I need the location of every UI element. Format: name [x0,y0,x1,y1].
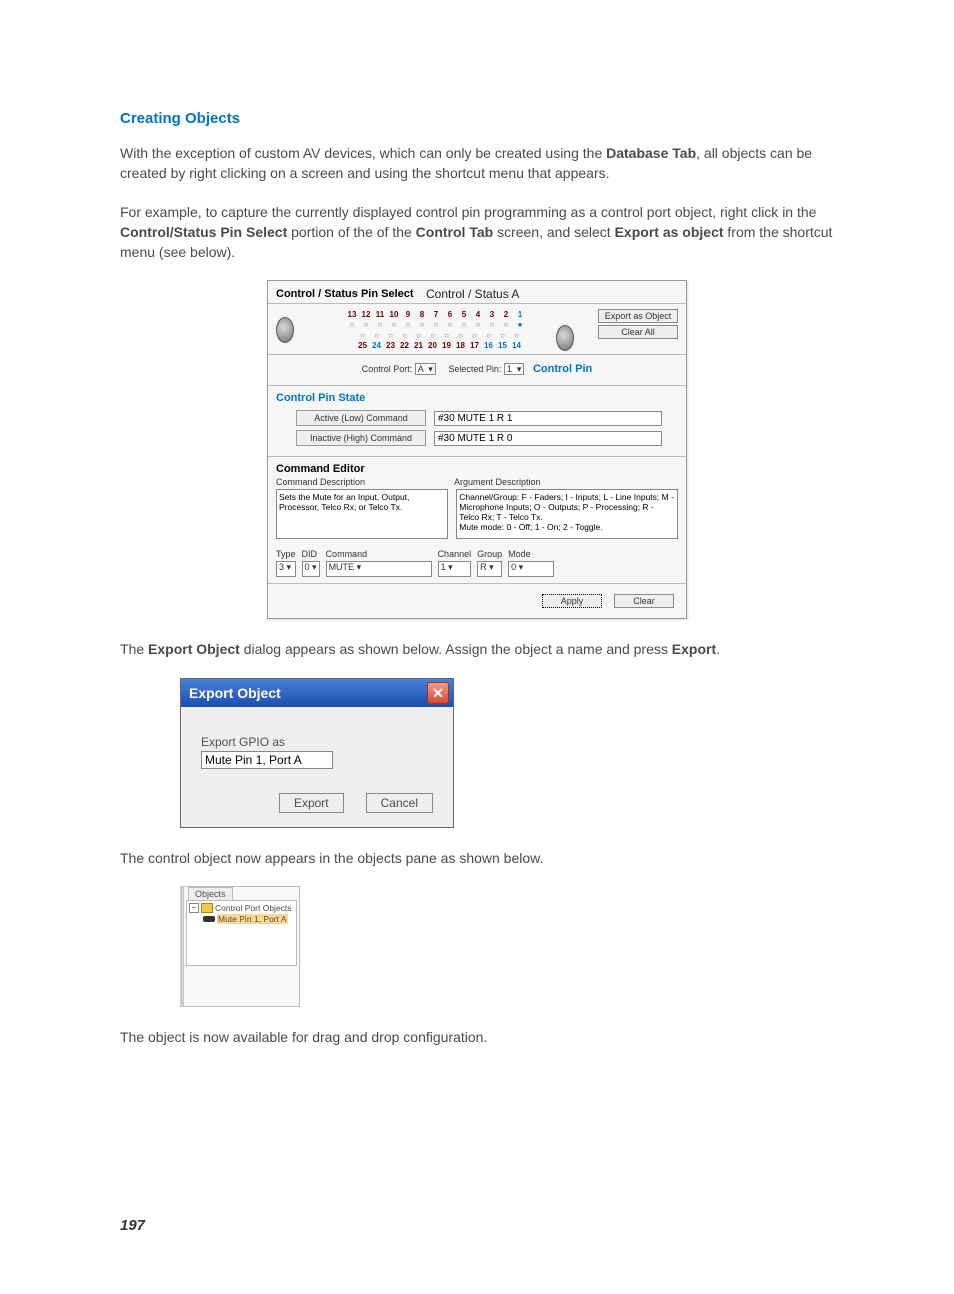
bold-text: Control Tab [416,224,494,240]
text: portion of the of the [287,224,415,240]
pin-top-row: 13121110987654321 [314,310,558,319]
argument-description-label: Argument Description [454,477,541,487]
type-label: Type [276,549,296,559]
mode-label: Mode [508,549,554,559]
command-label: Command [326,549,432,559]
folder-icon [201,903,213,913]
group-label: Group [477,549,502,559]
export-button[interactable]: Export [279,793,344,813]
export-group-label: Export GPIO as [201,735,433,749]
export-object-dialog: Export Object ✕ Export GPIO as Export Ca… [180,678,454,828]
pin-bottom-row: 252423222120191817161514 [314,341,558,350]
inactive-command-input[interactable] [434,431,662,446]
export-name-input[interactable] [201,751,333,769]
panel-title-right: Control / Status A [426,287,519,301]
close-icon[interactable]: ✕ [427,682,449,704]
section-heading: Creating Objects [120,110,834,127]
paragraph-2: For example, to capture the currently di… [120,202,834,263]
page-number: 197 [120,1217,834,1234]
pin-holes-top[interactable]: ○○○○○○○○○○○○● [314,319,558,330]
channel-select[interactable]: 1 ▾ [438,561,472,577]
text: For example, to capture the currently di… [120,204,816,220]
clear-button[interactable]: Clear [614,594,674,608]
did-select[interactable]: 0 ▾ [302,561,320,577]
folder-label: Control Port Objects [215,903,292,913]
group-select[interactable]: R ▾ [477,561,502,577]
bold-text: Export as object [615,224,724,240]
objects-tree[interactable]: − Control Port Objects Mute Pin 1, Port … [186,900,297,966]
selected-pin-select[interactable]: 1 ▾ [504,363,525,375]
text: screen, and select [493,224,614,240]
objects-tab[interactable]: Objects [188,887,233,900]
inactive-command-label: Inactive (High) Command [296,430,426,446]
argument-description-text: Channel/Group: F - Faders; I - Inputs; L… [456,489,678,539]
pin-holes-bottom[interactable]: ○○○○○○○○○○○○ [314,330,558,341]
tree-item-label: Mute Pin 1, Port A [217,914,288,924]
control-status-panel: Control / Status Pin Select Control / St… [267,280,687,619]
channel-label: Channel [438,549,472,559]
active-command-label: Active (Low) Command [296,410,426,426]
bold-text: Database Tab [606,145,696,161]
bold-text: Control/Status Pin Select [120,224,287,240]
paragraph-5: The object is now available for drag and… [120,1027,834,1047]
panel-title-left: Control / Status Pin Select [276,288,426,300]
paragraph-1: With the exception of custom AV devices,… [120,143,834,184]
collapse-icon[interactable]: − [189,903,199,913]
did-label: DID [302,549,320,559]
control-port-select[interactable]: A ▾ [415,363,436,375]
command-editor-title: Command Editor [276,463,678,475]
command-select[interactable]: MUTE ▾ [326,561,432,577]
mode-select[interactable]: 0 ▾ [508,561,554,577]
type-select[interactable]: 3 ▾ [276,561,296,577]
tree-folder[interactable]: − Control Port Objects [189,903,294,913]
control-pin-head: Control Pin [533,363,592,375]
text: The [120,641,148,657]
apply-button[interactable]: Apply [542,594,602,608]
text: With the exception of custom AV devices,… [120,145,606,161]
connector-left-icon [276,317,294,343]
paragraph-4: The control object now appears in the ob… [120,848,834,868]
active-command-input[interactable] [434,411,662,426]
cancel-button[interactable]: Cancel [366,793,433,813]
bold-text: Export [672,641,716,657]
command-description-label: Command Description [276,477,446,487]
export-as-object-button[interactable]: Export as Object [598,309,678,323]
bold-text: Export Object [148,641,240,657]
port-icon [203,916,215,922]
connector-right-icon [556,325,574,351]
objects-pane: Objects − Control Port Objects Mute Pin … [180,886,300,1007]
text: . [716,641,720,657]
dialog-title: Export Object [189,685,281,701]
control-port-label: Control Port: [362,364,413,374]
paragraph-3: The Export Object dialog appears as show… [120,639,834,659]
clear-all-button[interactable]: Clear All [598,325,678,339]
tree-item[interactable]: Mute Pin 1, Port A [189,914,294,924]
selected-pin-label: Selected Pin: [448,364,501,374]
command-description-text: Sets the Mute for an Input, Output, Proc… [276,489,448,539]
text: dialog appears as shown below. Assign th… [240,641,672,657]
control-pin-state-title: Control Pin State [276,392,678,404]
